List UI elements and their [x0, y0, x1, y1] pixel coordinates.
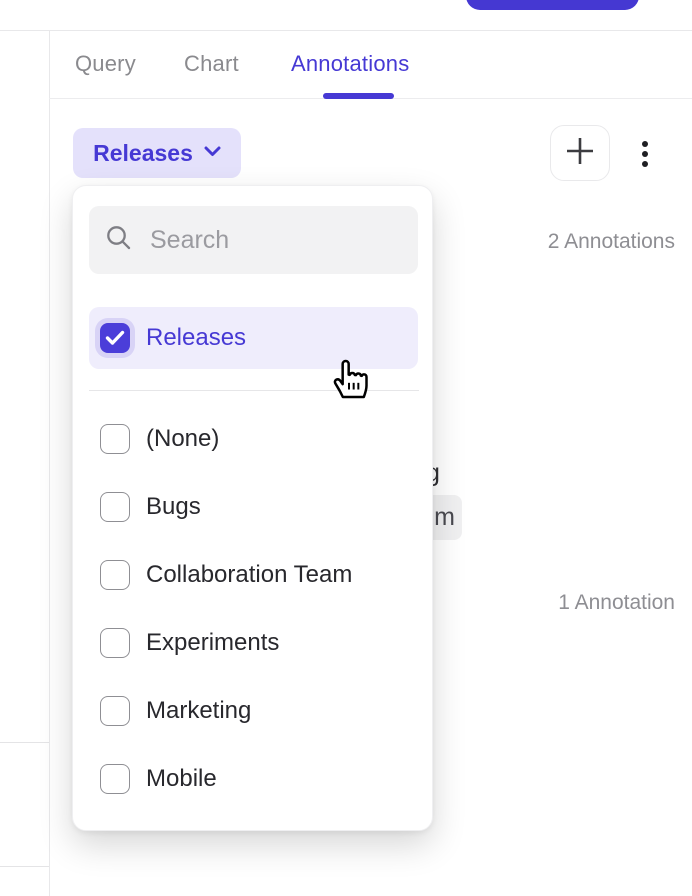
releases-filter-button[interactable]: Releases — [73, 128, 241, 178]
annotations-page: Query Chart Annotations Releases 2 Annot… — [0, 0, 692, 896]
tab-query[interactable]: Query — [75, 51, 136, 77]
releases-filter-dropdown: Releases (None) Bugs Collaboration Team … — [72, 185, 433, 831]
dropdown-option-experiments[interactable]: Experiments — [73, 609, 432, 677]
checkbox-unchecked-icon[interactable] — [100, 628, 130, 658]
dropdown-options-list: (None) Bugs Collaboration Team Experimen… — [73, 390, 432, 813]
releases-filter-label: Releases — [93, 140, 193, 167]
search-icon — [105, 224, 132, 256]
chevron-down-icon — [204, 144, 221, 162]
left-table-row-divider — [0, 866, 49, 867]
dropdown-option-releases[interactable]: Releases — [89, 307, 418, 369]
dropdown-option-marketing[interactable]: Marketing — [73, 677, 432, 745]
dropdown-option-none[interactable]: (None) — [73, 405, 432, 473]
add-annotation-button[interactable] — [550, 125, 610, 181]
tab-chart[interactable]: Chart — [184, 51, 239, 77]
checkbox-unchecked-icon[interactable] — [100, 696, 130, 726]
dropdown-option-mobile[interactable]: Mobile — [73, 745, 432, 813]
more-options-menu-icon[interactable] — [638, 138, 651, 170]
annotations-count: 1 Annotation — [558, 591, 675, 615]
checkbox-unchecked-icon[interactable] — [100, 492, 130, 522]
header-divider — [0, 30, 692, 31]
dropdown-option-collaboration-team[interactable]: Collaboration Team — [73, 541, 432, 609]
search-input[interactable] — [150, 226, 472, 255]
checkbox-checked-icon[interactable] — [100, 323, 130, 353]
annotations-count: 2 Annotations — [548, 230, 675, 254]
left-panel-border — [49, 30, 50, 896]
dropdown-option-bugs[interactable]: Bugs — [73, 473, 432, 541]
dropdown-option-label: Releases — [146, 324, 246, 352]
active-tab-indicator — [323, 93, 394, 99]
checkbox-unchecked-icon[interactable] — [100, 560, 130, 590]
dropdown-search[interactable] — [89, 206, 418, 274]
plus-icon — [564, 135, 596, 172]
left-table-row-divider — [0, 742, 49, 743]
tab-annotations[interactable]: Annotations — [291, 51, 409, 77]
checkbox-unchecked-icon[interactable] — [100, 424, 130, 454]
primary-action-button-partial[interactable] — [466, 0, 639, 10]
checkbox-unchecked-icon[interactable] — [100, 764, 130, 794]
